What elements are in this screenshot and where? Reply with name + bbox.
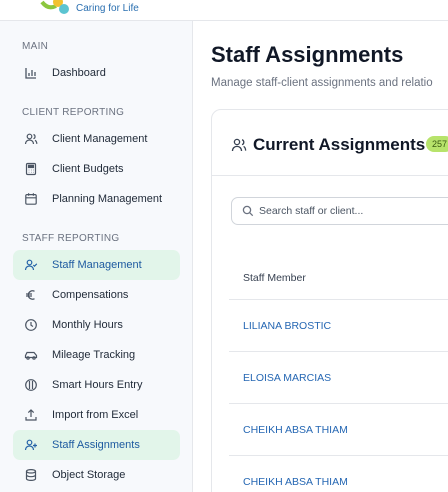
user-plus-icon — [24, 438, 38, 452]
column-header-staff-member[interactable]: Staff Member — [243, 272, 306, 284]
staff-member-link[interactable]: LILIANA BROSTIC — [243, 320, 331, 332]
sidebar-item-compensations[interactable]: Compensations — [13, 280, 180, 310]
table-row: LILIANA BROSTIC — [229, 300, 448, 352]
sidebar-item-client-management[interactable]: Client Management — [13, 124, 180, 154]
logo-icon — [40, 0, 69, 14]
sidebar-item-label: Dashboard — [52, 67, 106, 79]
brand-tagline: Caring for Life — [76, 3, 139, 14]
main-content: Staff Assignments Manage staff-client as… — [194, 21, 448, 492]
section-label-main: MAIN — [22, 41, 49, 52]
assignments-card: Current Assignments 257 Staff Member LIL… — [211, 109, 448, 492]
table-row: CHEIKH ABSA THIAM — [229, 404, 448, 456]
top-bar: Caring for Life — [0, 0, 448, 21]
section-label-client-reporting: CLIENT REPORTING — [22, 107, 125, 118]
sidebar-item-label: Smart Hours Entry — [52, 379, 143, 391]
sidebar-item-label: Staff Management — [52, 259, 142, 271]
search-input[interactable] — [259, 199, 448, 223]
sidebar-item-label: Object Storage — [52, 469, 126, 481]
column-header: Staff Member — [229, 256, 448, 300]
card-title: Current Assignments — [253, 135, 426, 154]
car-icon — [24, 348, 38, 362]
sidebar-item-staff-assignments[interactable]: Staff Assignments — [13, 430, 180, 460]
sidebar-item-label: Monthly Hours — [52, 319, 123, 331]
staff-member-link[interactable]: CHEIKH ABSA THIAM — [243, 424, 348, 436]
sidebar-item-mileage-tracking[interactable]: Mileage Tracking — [13, 340, 180, 370]
staff-member-link[interactable]: CHEIKH ABSA THIAM — [243, 476, 348, 488]
sidebar-item-label: Planning Management — [52, 193, 163, 205]
upload-icon — [24, 408, 38, 422]
database-icon — [24, 468, 38, 482]
clock-icon — [24, 318, 38, 332]
page-title: Staff Assignments — [211, 42, 404, 67]
bar-chart-icon — [24, 66, 38, 80]
page-subtitle: Manage staff-client assignments and rela… — [211, 77, 433, 89]
sidebar-item-planning-management[interactable]: Planning Management — [13, 184, 180, 214]
card-header: Current Assignments 257 — [212, 110, 448, 176]
sidebar-item-monthly-hours[interactable]: Monthly Hours — [13, 310, 180, 340]
euro-icon — [24, 288, 38, 302]
sidebar-item-dashboard[interactable]: Dashboard — [13, 58, 180, 88]
sidebar-item-object-storage[interactable]: Object Storage — [13, 460, 180, 490]
users-icon — [24, 132, 38, 146]
sidebar: MAIN Dashboard CLIENT REPORTING Client M… — [0, 21, 193, 492]
sidebar-item-smart-hours-entry[interactable]: Smart Hours Entry — [13, 370, 180, 400]
sidebar-item-label: Import from Excel — [52, 409, 139, 421]
sidebar-item-label: Staff Assignments — [52, 439, 140, 451]
sidebar-item-staff-management[interactable]: Staff Management — [13, 250, 180, 280]
sidebar-item-label: Client Management — [52, 133, 148, 145]
users-icon — [231, 138, 247, 152]
search-icon — [242, 205, 254, 217]
table-row: ELOISA MARCIAS — [229, 352, 448, 404]
user-check-icon — [24, 258, 38, 272]
calendar-icon — [24, 192, 38, 206]
section-label-staff-reporting: STAFF REPORTING — [22, 233, 120, 244]
sidebar-item-client-budgets[interactable]: Client Budgets — [13, 154, 180, 184]
search-box[interactable] — [231, 197, 448, 225]
sidebar-item-label: Client Budgets — [52, 163, 124, 175]
sidebar-item-label: Compensations — [52, 289, 129, 301]
sidebar-item-import-from-excel[interactable]: Import from Excel — [13, 400, 180, 430]
smart-icon — [24, 378, 38, 392]
count-badge: 257 — [426, 136, 448, 152]
table-row: CHEIKH ABSA THIAM — [229, 456, 448, 492]
calculator-icon — [24, 162, 38, 176]
staff-member-link[interactable]: ELOISA MARCIAS — [243, 372, 331, 384]
sidebar-item-label: Mileage Tracking — [52, 349, 136, 361]
